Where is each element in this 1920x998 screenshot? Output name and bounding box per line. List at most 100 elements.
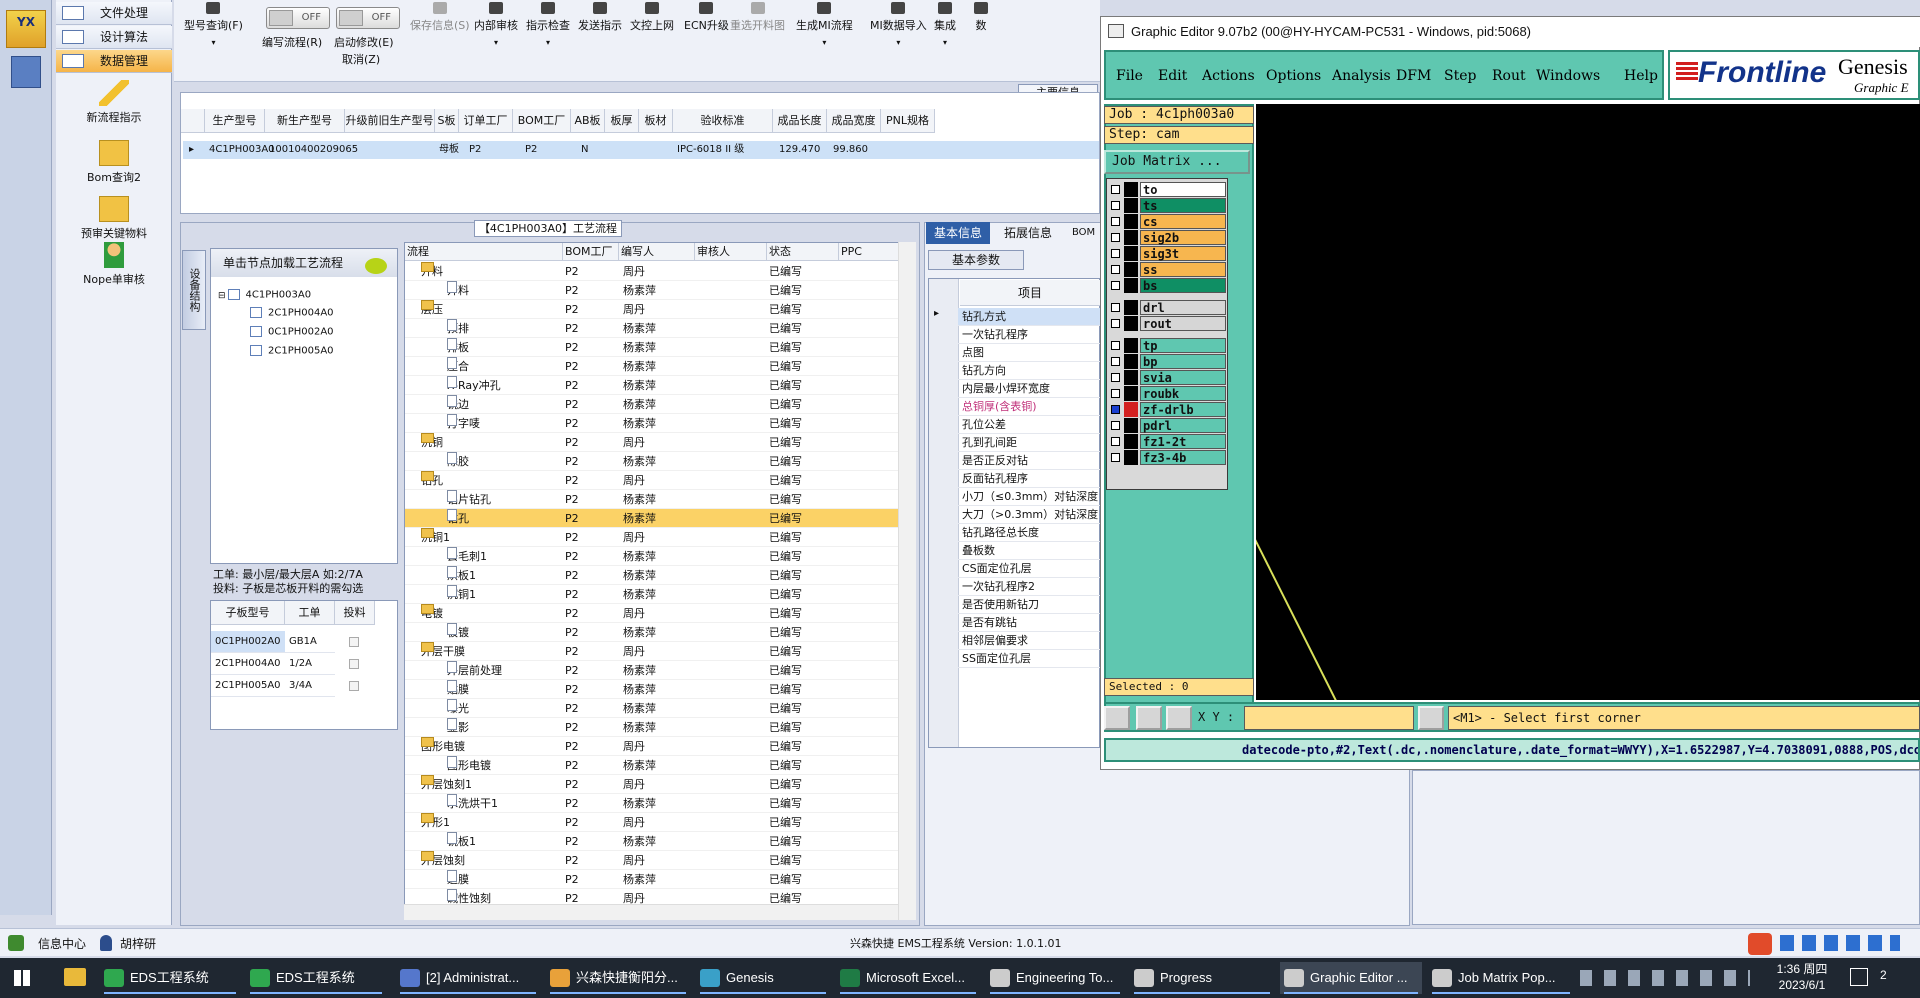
column-header[interactable]: 工单	[285, 601, 335, 625]
menu-file[interactable]: File	[1116, 68, 1143, 84]
tree-node[interactable]: 0C1PH002A0	[250, 326, 334, 338]
tool-new-flow[interactable]: 新流程指示	[56, 80, 172, 125]
column-header[interactable]: 订单工厂	[459, 109, 513, 133]
param-row[interactable]: 内层最小焊环宽度	[958, 380, 1100, 398]
param-row[interactable]: 反面钻孔程序	[958, 470, 1100, 488]
nav-item-design[interactable]: 设计算法	[56, 26, 172, 49]
param-row[interactable]: 叠板数	[958, 542, 1100, 560]
layer-row[interactable]: zf-drlb	[1108, 402, 1226, 417]
param-row[interactable]: 是否正反对钻	[958, 452, 1100, 470]
table-cell[interactable]: 0C1PH002A0	[211, 631, 285, 653]
taskbar-item[interactable]: Engineering To...	[986, 962, 1124, 994]
process-row[interactable]: 铣板1 P2 杨素萍 已编写	[405, 832, 900, 851]
process-row[interactable]: −电镀 P2 周丹 已编写	[405, 604, 900, 623]
layer-checkbox[interactable]	[1111, 405, 1120, 414]
process-row[interactable]: −沉铜 P2 周丹 已编写	[405, 433, 900, 452]
integrate-button[interactable]: 集成 ▾	[934, 2, 956, 47]
column-header[interactable]: 编写人	[619, 243, 695, 261]
param-row[interactable]: 一次钻孔程序	[958, 326, 1100, 344]
layer-row[interactable]: tp	[1108, 338, 1226, 353]
mi-import-button[interactable]: MI数据导入 ▾	[870, 2, 927, 47]
taskbar-item[interactable]: EDS工程系统	[100, 962, 240, 994]
process-row[interactable]: 打字唛 P2 杨素萍 已编写	[405, 414, 900, 433]
grid-icon[interactable]	[1166, 706, 1192, 730]
param-row[interactable]: 是否有跳钻	[958, 614, 1100, 632]
publish-button[interactable]: 文控上网	[630, 2, 674, 33]
process-row[interactable]: 贴膜 P2 杨素萍 已编写	[405, 680, 900, 699]
layer-row[interactable]: pdrl	[1108, 418, 1226, 433]
table-cell[interactable]: GB1A	[285, 631, 335, 653]
layer-row[interactable]: cs	[1108, 214, 1226, 229]
calculator-icon[interactable]	[11, 56, 41, 88]
process-row[interactable]: −外形1 P2 周丹 已编写	[405, 813, 900, 832]
send-instruction-button[interactable]: 发送指示	[578, 2, 622, 33]
layer-row[interactable]: bs	[1108, 278, 1226, 293]
column-header[interactable]: 板厚	[605, 109, 639, 133]
param-row[interactable]: 孔位公差	[958, 416, 1100, 434]
menu-dfm[interactable]: DFM	[1396, 68, 1431, 84]
generate-mi-button[interactable]: 生成MI流程 ▾	[796, 2, 853, 47]
layer-row[interactable]: sig3t	[1108, 246, 1226, 261]
column-header[interactable]: 验收标准	[673, 109, 773, 133]
layer-row[interactable]: svia	[1108, 370, 1226, 385]
tab-bom[interactable]: BOM	[1064, 222, 1103, 244]
table-cell[interactable]: 2C1PH005A0	[211, 675, 285, 697]
column-header[interactable]: 状态	[767, 243, 839, 261]
column-header[interactable]: S板	[435, 109, 459, 133]
menu-step[interactable]: Step	[1444, 68, 1476, 84]
column-header[interactable]: 子板型号	[211, 601, 285, 625]
file-explorer-icon[interactable]	[64, 968, 86, 986]
process-row[interactable]: −外层蚀刻 P2 周丹 已编写	[405, 851, 900, 870]
param-row[interactable]: 相邻层偏要求	[958, 632, 1100, 650]
layer-checkbox[interactable]	[1111, 265, 1120, 274]
column-header[interactable]: AB板	[571, 109, 605, 133]
layer-row[interactable]: sig2b	[1108, 230, 1226, 245]
column-header[interactable]: 升级前旧生产型号	[345, 109, 435, 133]
param-row[interactable]: 是否使用新钻刀	[958, 596, 1100, 614]
layer-row[interactable]: drl	[1108, 300, 1226, 315]
column-header[interactable]: 审核人	[695, 243, 767, 261]
clock-time[interactable]: 1:36 周四	[1762, 960, 1842, 977]
vertical-scrollbar[interactable]	[898, 242, 916, 920]
ime-icon[interactable]	[1748, 933, 1772, 955]
clock-date[interactable]: 2023/6/1	[1762, 978, 1842, 992]
layer-checkbox[interactable]	[1111, 373, 1120, 382]
column-header[interactable]: 成品长度	[773, 109, 827, 133]
layer-row[interactable]: to	[1108, 182, 1226, 197]
process-row[interactable]: 图形电镀 P2 杨素萍 已编写	[405, 756, 900, 775]
process-row[interactable]: 开料 P2 杨素萍 已编写	[405, 281, 900, 300]
column-header[interactable]: PNL规格	[881, 109, 935, 133]
param-row[interactable]: 钻孔方向	[958, 362, 1100, 380]
data-button[interactable]: 数	[974, 2, 988, 33]
layer-checkbox[interactable]	[1111, 319, 1120, 328]
process-row[interactable]: −钻孔 P2 周丹 已编写	[405, 471, 900, 490]
param-row[interactable]: 孔到孔间距	[958, 434, 1100, 452]
reselect-cutting-button[interactable]: 重选开料图	[730, 2, 785, 33]
tab-extended-info[interactable]: 拓展信息	[996, 222, 1060, 244]
param-row[interactable]: 总铜厚(含表铜)	[958, 398, 1100, 416]
xy-input[interactable]	[1244, 706, 1414, 730]
taskbar-item[interactable]: Progress	[1130, 962, 1274, 994]
notification-count[interactable]: 2	[1880, 968, 1887, 982]
process-row[interactable]: 铝片钻孔 P2 杨素萍 已编写	[405, 490, 900, 509]
table-cell[interactable]: 1/2A	[285, 653, 335, 675]
column-header[interactable]: BOM工厂	[513, 109, 571, 133]
process-row[interactable]: 退膜 P2 杨素萍 已编写	[405, 870, 900, 889]
cancel-label[interactable]: 取消(Z)	[342, 51, 380, 67]
layer-row[interactable]: roubk	[1108, 386, 1226, 401]
table-cell[interactable]: 3/4A	[285, 675, 335, 697]
taskbar-item[interactable]: 兴森快捷衡阳分...	[546, 962, 690, 994]
taskbar-item[interactable]: Graphic Editor ...	[1280, 962, 1422, 994]
param-row[interactable]: 小刀（≤0.3mm）对钻深度	[958, 488, 1100, 506]
process-row[interactable]: 排板 P2 杨素萍 已编写	[405, 338, 900, 357]
horizontal-scrollbar[interactable]	[404, 904, 898, 920]
tool-precheck[interactable]: 预审关键物料	[56, 196, 172, 241]
process-row[interactable]: 除胶 P2 杨素萍 已编写	[405, 452, 900, 471]
nav-item-data[interactable]: 数据管理	[56, 50, 172, 73]
tray-icons[interactable]	[1580, 970, 1750, 986]
tool-nope-review[interactable]: Nope单审核	[56, 242, 172, 287]
process-row[interactable]: −开料 P2 周丹 已编写	[405, 262, 900, 281]
process-row[interactable]: 铣边 P2 杨素萍 已编写	[405, 395, 900, 414]
menu-rout[interactable]: Rout	[1492, 68, 1526, 84]
menu-analysis[interactable]: Analysis	[1332, 68, 1391, 84]
